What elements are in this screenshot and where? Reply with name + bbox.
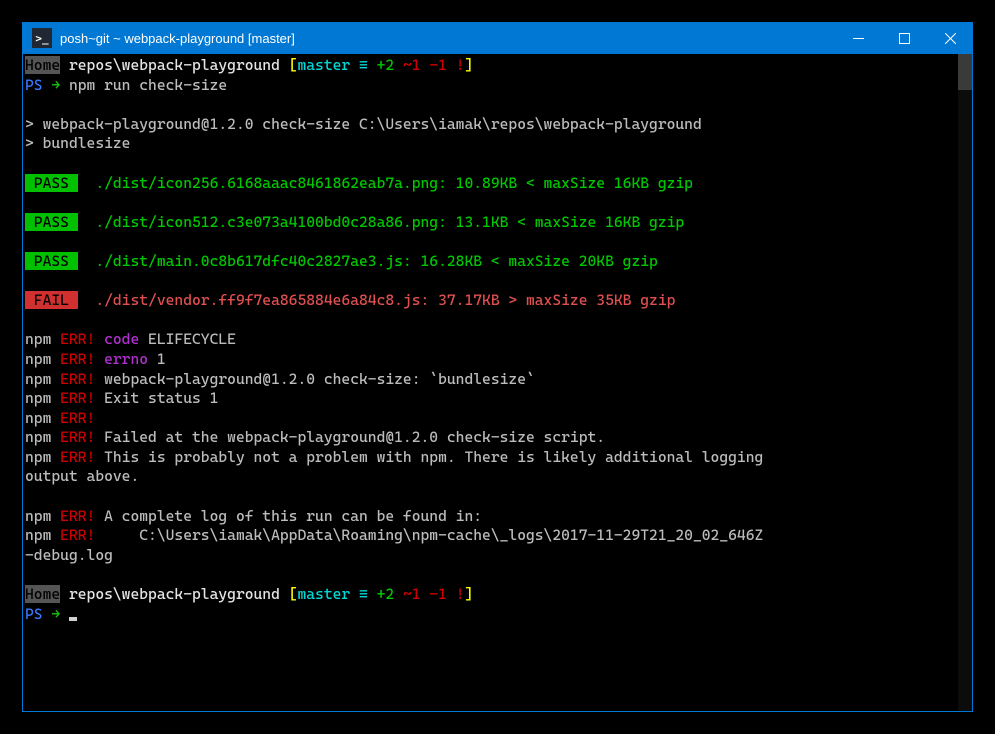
prompt-bang: ! <box>447 56 465 74</box>
ps-label: PS <box>25 76 43 94</box>
prompt-tilde: ~1 <box>394 585 420 603</box>
maximize-button[interactable] <box>881 22 927 54</box>
ps-arrow: → <box>43 605 61 623</box>
prompt-plus: +2 <box>368 585 394 603</box>
err-label: ERR! <box>60 526 95 544</box>
prompt-home: Home <box>25 585 60 603</box>
prompt-path: repos\webpack-playground <box>60 56 289 74</box>
err-text: A complete log of this run can be found … <box>95 507 482 525</box>
prompt-minus: -1 <box>421 585 447 603</box>
npm-label: npm <box>25 370 60 388</box>
result-line: ./dist/main.0c8b617dfc40c2827ae3.js: 16.… <box>78 252 658 270</box>
window-controls <box>835 22 973 54</box>
prompt-plus: +2 <box>368 56 394 74</box>
result-line: ./dist/icon256.6168aaac8461862eab7a.png:… <box>78 174 693 192</box>
err-label: ERR! <box>60 370 95 388</box>
prompt-rb: ] <box>465 56 474 74</box>
prompt-branch: master <box>297 585 359 603</box>
pass-badge: PASS <box>25 252 78 270</box>
err-text: Failed at the webpack-playground@1.2.0 c… <box>95 428 605 446</box>
err-text: 1 <box>148 350 166 368</box>
err-text: output above. <box>25 467 139 485</box>
prompt-rb: ] <box>465 585 474 603</box>
prompt-bang: ! <box>447 585 465 603</box>
ps-arrow: → <box>43 76 61 94</box>
err-text: webpack-playground@1.2.0 check-size: `bu… <box>95 370 534 388</box>
err-text: -debug.log <box>25 546 113 564</box>
prompt-path: repos\webpack-playground <box>60 585 289 603</box>
cursor <box>69 617 77 621</box>
prompt-branch: master <box>297 56 359 74</box>
minimize-button[interactable] <box>835 22 881 54</box>
command-text <box>60 605 69 623</box>
titlebar[interactable]: >_ posh~git ~ webpack-playground [master… <box>22 22 973 54</box>
err-label: ERR! <box>60 389 95 407</box>
terminal-output[interactable]: Home repos\webpack-playground [master ≡ … <box>23 54 958 711</box>
err-text: code <box>95 330 139 348</box>
npm-label: npm <box>25 507 60 525</box>
pass-badge: PASS <box>25 174 78 192</box>
npm-label: npm <box>25 448 60 466</box>
prompt-eq: ≡ <box>359 56 368 74</box>
window-title: posh~git ~ webpack-playground [master] <box>60 31 835 46</box>
npm-label: npm <box>25 350 60 368</box>
prompt-minus: -1 <box>421 56 447 74</box>
err-label: ERR! <box>60 330 95 348</box>
result-line: ./dist/vendor.ff9f7ea865884e6a84c8.js: 3… <box>78 291 676 309</box>
err-label: ERR! <box>60 428 95 446</box>
close-button[interactable] <box>927 22 973 54</box>
scrollbar[interactable] <box>958 54 972 711</box>
err-label: ERR! <box>60 350 95 368</box>
err-text: errno <box>95 350 148 368</box>
prompt-tilde: ~1 <box>394 56 420 74</box>
command-text: npm run check-size <box>60 76 227 94</box>
output-line: > bundlesize <box>25 134 130 152</box>
npm-label: npm <box>25 389 60 407</box>
ps-label: PS <box>25 605 43 623</box>
terminal-window: >_ posh~git ~ webpack-playground [master… <box>22 22 973 712</box>
app-icon: >_ <box>32 28 52 48</box>
close-icon <box>945 33 956 44</box>
err-text: ELIFECYCLE <box>139 330 236 348</box>
npm-label: npm <box>25 428 60 446</box>
prompt-eq: ≡ <box>359 585 368 603</box>
err-text: C:\Users\iamak\AppData\Roaming\npm-cache… <box>95 526 763 544</box>
pass-badge: PASS <box>25 213 78 231</box>
err-text: Exit status 1 <box>95 389 218 407</box>
minimize-icon <box>853 33 864 44</box>
client-area: Home repos\webpack-playground [master ≡ … <box>23 54 972 711</box>
output-line: > webpack-playground@1.2.0 check-size C:… <box>25 115 702 133</box>
npm-label: npm <box>25 409 60 427</box>
maximize-icon <box>899 33 910 44</box>
scrollbar-thumb[interactable] <box>958 54 972 90</box>
err-label: ERR! <box>60 448 95 466</box>
prompt-home: Home <box>25 56 60 74</box>
fail-badge: FAIL <box>25 291 78 309</box>
err-label: ERR! <box>60 507 95 525</box>
result-line: ./dist/icon512.c3e073a4100bd0c28a86.png:… <box>78 213 684 231</box>
err-text: This is probably not a problem with npm.… <box>95 448 772 466</box>
npm-label: npm <box>25 526 60 544</box>
npm-label: npm <box>25 330 60 348</box>
err-label: ERR! <box>60 409 95 427</box>
